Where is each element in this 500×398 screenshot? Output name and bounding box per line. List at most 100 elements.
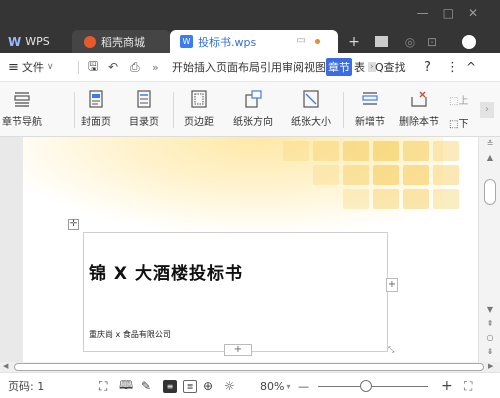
- tab-document[interactable]: W 投标书.wps ▭: [170, 30, 338, 53]
- tab-chapter[interactable]: 章节: [326, 58, 352, 76]
- ribbon-label: 纸张大小: [291, 117, 331, 128]
- unsaved-dot-icon: [315, 39, 320, 44]
- cover-title[interactable]: 锦 X 大酒楼投标书: [89, 259, 243, 284]
- cover-square-decoration: [373, 141, 399, 161]
- vertical-scroll-thumb[interactable]: [484, 179, 496, 205]
- file-menu[interactable]: ≡ 文件 ∨: [8, 53, 54, 81]
- cover-square-decoration: [373, 165, 399, 185]
- zoom-slider-knob[interactable]: [360, 380, 372, 392]
- zoom-out-button[interactable]: —: [298, 379, 309, 393]
- minimize-icon[interactable]: —: [417, 6, 443, 20]
- orientation-icon: [243, 89, 263, 109]
- tab-list-icon[interactable]: [370, 30, 392, 53]
- vertical-scrollbar[interactable]: ≛ ▲ ▼ ⇞ ○ ⇟: [478, 137, 500, 362]
- edit-mode-icon[interactable]: ✎: [141, 379, 151, 393]
- tab-wps-home[interactable]: W WPS: [8, 30, 72, 53]
- cover-square-decoration: [343, 189, 369, 209]
- main-menus[interactable]: 开始插入页面布局引用审阅视图 章节 表 ›: [172, 53, 376, 81]
- cover-square-decoration: [433, 141, 459, 161]
- prev-page-icon[interactable]: ⇞: [484, 319, 496, 328]
- prev-section-button[interactable]: ⬚上: [449, 92, 468, 107]
- tab-docer-store[interactable]: 稻壳商城: [72, 30, 170, 53]
- docer-icon: [84, 35, 96, 48]
- zoom-level[interactable]: 80% ▾: [260, 379, 290, 393]
- add-section-icon: [360, 89, 380, 109]
- web-view-icon[interactable]: ⊕: [203, 379, 213, 393]
- scroll-down-icon[interactable]: ▼: [484, 305, 496, 314]
- menu-tabs[interactable]: 开始插入页面布局引用审阅视图: [172, 59, 326, 75]
- ribbon-scroll-right-icon[interactable]: ›: [480, 102, 494, 118]
- collapse-ribbon-icon[interactable]: ^: [466, 53, 476, 81]
- add-below-button[interactable]: +: [224, 344, 252, 356]
- toc-page-button[interactable]: 目录页: [122, 86, 166, 134]
- chapter-nav-icon: [12, 89, 32, 109]
- page-number[interactable]: 页码: 1: [8, 379, 44, 393]
- outline-view-button[interactable]: ≣: [183, 379, 197, 393]
- paper-size-button[interactable]: 纸张大小: [284, 86, 338, 134]
- tab-label: 投标书.wps: [198, 35, 257, 49]
- horizontal-scroll-thumb[interactable]: [14, 363, 484, 371]
- avatar[interactable]: [458, 30, 480, 53]
- zoom-slider[interactable]: [318, 386, 428, 387]
- more-options-icon[interactable]: ⋮: [446, 53, 459, 81]
- delete-section-icon: [409, 89, 429, 109]
- resize-handle-icon[interactable]: ⤡: [388, 345, 398, 355]
- close-icon[interactable]: ✕: [468, 6, 492, 20]
- maximize-icon[interactable]: □: [443, 6, 468, 20]
- add-section-button[interactable]: 新增节: [348, 86, 392, 134]
- chevron-down-icon: ∨: [46, 62, 54, 72]
- outline-view-icon: ≣: [183, 379, 197, 393]
- cover-square-decoration: [403, 165, 429, 185]
- read-mode-icon[interactable]: 🕮: [119, 378, 133, 393]
- more-icon[interactable]: »: [152, 53, 159, 81]
- ribbon-label: 目录页: [129, 117, 159, 128]
- scroll-up-icon[interactable]: ▲: [484, 153, 496, 162]
- help-icon[interactable]: ?: [424, 53, 431, 81]
- margins-button[interactable]: 页边距: [178, 86, 220, 134]
- move-handle-icon[interactable]: ✛: [68, 219, 79, 230]
- add-right-button[interactable]: +: [386, 278, 398, 292]
- next-section-button[interactable]: ⬚下: [449, 115, 468, 130]
- select-browse-icon[interactable]: ○: [484, 333, 496, 342]
- paper-size-icon: [301, 89, 321, 109]
- window-controls[interactable]: —□✕: [417, 6, 492, 20]
- zoom-in-button[interactable]: +: [441, 378, 453, 394]
- ruler-icon[interactable]: ≛: [484, 139, 496, 148]
- save-icon[interactable]: 🖫: [88, 53, 98, 81]
- search-button[interactable]: Q查找: [375, 53, 406, 81]
- new-tab-button[interactable]: +: [344, 30, 364, 53]
- cover-page-button[interactable]: 封面页: [76, 86, 116, 134]
- cover-square-decoration: [313, 141, 339, 161]
- scroll-left-icon[interactable]: ◀: [3, 362, 8, 370]
- cover-square-decoration: [313, 165, 339, 185]
- print-icon[interactable]: ⎙: [130, 53, 140, 81]
- fit-page-icon[interactable]: ⛶: [464, 379, 472, 393]
- ribbon: 章节导航 封面页 目录页 页边距 纸张方向 纸张大小 新增节 删除本节 ⬚上 ⬚…: [0, 81, 500, 137]
- ribbon-label: 删除本节: [399, 117, 439, 128]
- cover-square-decoration: [343, 165, 369, 185]
- cover-square-decoration: [403, 189, 429, 209]
- chapter-nav-button[interactable]: 章节导航: [2, 86, 42, 134]
- document-page[interactable]: ✛ 锦 X 大酒楼投标书 重庆尚 x 食品有限公司 + + ⤡: [23, 137, 478, 362]
- sidebar-icon[interactable]: ⊡: [422, 30, 442, 53]
- cover-square-decoration: [283, 141, 309, 161]
- eye-protection-icon[interactable]: ☼: [224, 379, 235, 393]
- page-view-icon: ≡: [163, 379, 177, 393]
- company-name[interactable]: 重庆尚 x 食品有限公司: [89, 329, 171, 340]
- undo-icon[interactable]: ↶: [108, 53, 118, 81]
- ribbon-label: 页边距: [184, 117, 214, 128]
- scroll-right-icon[interactable]: ▶: [488, 362, 493, 370]
- skin-icon[interactable]: ◎: [400, 30, 420, 53]
- tab-table[interactable]: 表: [354, 59, 365, 75]
- orientation-button[interactable]: 纸张方向: [226, 86, 280, 134]
- next-page-icon[interactable]: ⇟: [484, 347, 496, 356]
- document-area: ✛ 锦 X 大酒楼投标书 重庆尚 x 食品有限公司 + + ⤡: [0, 137, 478, 362]
- delete-section-button[interactable]: 删除本节: [396, 86, 442, 134]
- ribbon-label: 新增节: [355, 117, 385, 128]
- cover-square-decoration: [343, 141, 369, 161]
- horizontal-scrollbar[interactable]: ◀ ▶: [0, 362, 500, 372]
- monitor-icon[interactable]: ▭: [297, 35, 306, 46]
- cover-square-decoration: [433, 189, 459, 209]
- fullscreen-icon[interactable]: ⛶: [99, 379, 107, 393]
- page-view-button[interactable]: ≡: [163, 379, 177, 393]
